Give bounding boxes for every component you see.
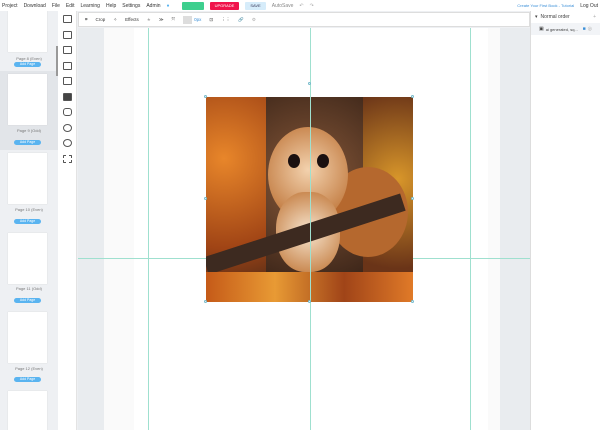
- menu-project[interactable]: Project: [2, 3, 18, 9]
- add-icon[interactable]: +: [593, 14, 596, 20]
- arrange-icon[interactable]: ⋮⋮: [221, 17, 230, 23]
- resize-handle[interactable]: [411, 95, 414, 98]
- add-page-button[interactable]: Add Page: [14, 377, 41, 382]
- background-icon[interactable]: [63, 93, 72, 101]
- page-label: Page 12 (Even): [15, 366, 43, 371]
- layer-item[interactable]: ▣ ai generated, sq... ■ ◎: [531, 23, 600, 35]
- edit-icon[interactable]: [63, 15, 72, 23]
- opacity-swatch[interactable]: [183, 15, 193, 24]
- menu-bar: Project Download File Edit Learning Help…: [0, 0, 600, 11]
- opacity-value[interactable]: 0px: [194, 17, 201, 22]
- grid-icon[interactable]: [63, 155, 72, 163]
- pages-panel: Page 8 (Even) Add Page Page 9 (Odd) Add …: [0, 11, 58, 430]
- resize-handle[interactable]: [411, 300, 414, 303]
- add-page-button[interactable]: Add Page: [14, 140, 41, 145]
- guide-line: [148, 28, 149, 430]
- image-icon: ▣: [539, 26, 544, 32]
- layer-name: ai generated, sq...: [545, 26, 578, 32]
- menu-settings[interactable]: Settings: [122, 3, 140, 9]
- center-guide: [310, 90, 311, 305]
- menu-admin[interactable]: Admin: [146, 3, 160, 9]
- resize-handle[interactable]: [308, 300, 311, 303]
- resize-handle[interactable]: [204, 95, 207, 98]
- page-thumbnail[interactable]: [8, 312, 47, 363]
- menu-download[interactable]: Download: [24, 3, 46, 9]
- star-icon[interactable]: ★: [147, 17, 151, 23]
- menu-edit[interactable]: Edit: [66, 3, 75, 9]
- add-page-button[interactable]: Add Page: [14, 62, 41, 67]
- page-thumbnail[interactable]: [8, 233, 47, 284]
- info-icon[interactable]: ●: [167, 3, 170, 9]
- fit-icon[interactable]: ⤧: [172, 17, 176, 22]
- link-icon[interactable]: 🔗: [238, 17, 244, 23]
- tutorial-link[interactable]: Create Your First Book - Tutorial: [517, 3, 574, 8]
- upgrade-button[interactable]: UPGRADE: [209, 1, 240, 10]
- add-page-button[interactable]: Add Page: [14, 219, 41, 224]
- page-thumbnail[interactable]: [8, 391, 47, 430]
- layer-order-select[interactable]: Normal order: [541, 14, 570, 20]
- tools-sidebar: [58, 11, 77, 430]
- rotate-handle[interactable]: [308, 82, 311, 85]
- save-button[interactable]: SAVE: [245, 1, 266, 10]
- pattern-icon[interactable]: [63, 77, 72, 85]
- chevron-down-icon[interactable]: ▾: [535, 14, 538, 20]
- effects-icon[interactable]: ✧: [113, 17, 117, 23]
- frame-icon[interactable]: [63, 108, 72, 116]
- menu-help[interactable]: Help: [106, 3, 116, 9]
- page-label: Page 10 (Even): [15, 207, 43, 212]
- undo-icon[interactable]: ↶: [299, 3, 303, 9]
- menu-learning[interactable]: Learning: [81, 3, 100, 9]
- crop-button[interactable]: Crop: [96, 17, 106, 22]
- menu-file[interactable]: File: [52, 3, 60, 9]
- resize-handle[interactable]: [204, 197, 207, 200]
- logout-link[interactable]: Log Out: [580, 3, 598, 9]
- crop-icon[interactable]: ⌗: [85, 17, 88, 22]
- page-thumbnail[interactable]: [8, 11, 47, 52]
- image-icon[interactable]: [63, 62, 72, 70]
- upload-button[interactable]: [181, 1, 204, 10]
- send-icon[interactable]: ≫: [159, 17, 164, 23]
- page-thumbnail[interactable]: [8, 153, 47, 204]
- page-label: Page 8 (Even): [16, 56, 42, 61]
- redo-icon[interactable]: ↷: [310, 3, 314, 9]
- page-label: Page 11 (Odd): [16, 286, 42, 291]
- brush-icon[interactable]: [63, 124, 72, 132]
- visibility-icon[interactable]: ◎: [588, 26, 592, 32]
- image-toolbar: ⌗ Crop ✧ Effects ★ ≫ ⤧ 0px ⊡ ⋮⋮ 🔗 ⚙: [78, 12, 530, 27]
- layers-panel: ▾ Normal order + ▣ ai generated, sq... ■…: [530, 11, 600, 430]
- position-icon[interactable]: ⊡: [209, 17, 213, 23]
- page-label: Page 9 (Odd): [16, 128, 41, 133]
- settings-icon[interactable]: ⚙: [252, 17, 256, 23]
- guide-line: [470, 28, 471, 430]
- add-page-button[interactable]: Add Page: [14, 298, 41, 303]
- effects-button[interactable]: Effects: [125, 17, 139, 22]
- page-thumbnail[interactable]: [8, 74, 47, 125]
- text-icon[interactable]: [63, 46, 72, 54]
- color-dot-icon: ■: [582, 26, 586, 32]
- resize-handle[interactable]: [204, 300, 207, 303]
- resize-handle[interactable]: [411, 197, 414, 200]
- elements-icon[interactable]: [63, 31, 72, 39]
- autosave-toggle[interactable]: AutoSave: [272, 3, 294, 9]
- mask-icon[interactable]: [63, 139, 72, 147]
